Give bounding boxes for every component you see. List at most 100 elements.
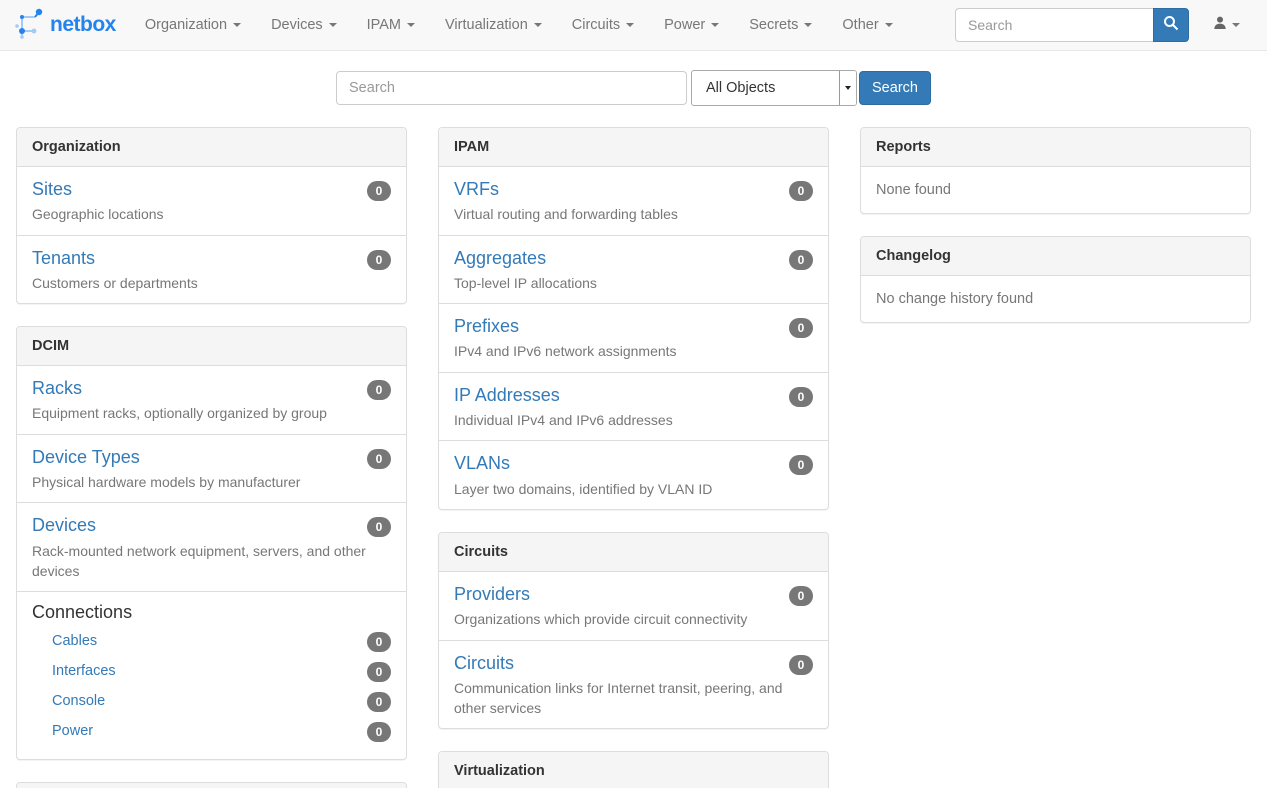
panel-item-sites: 0 Sites Geographic locations — [17, 167, 406, 235]
panel-title: Circuits — [439, 533, 828, 572]
navbar-search-button[interactable] — [1153, 8, 1189, 42]
connection-row-cables: 0 Cables — [32, 627, 391, 657]
panel-organization: Organization 0 Sites Geographic location… — [16, 127, 407, 304]
reports-empty-text: None found — [861, 167, 1250, 213]
search-icon — [1163, 15, 1179, 36]
panel-title: Power — [17, 783, 406, 788]
panel-item-racks: 0 Racks Equipment racks, optionally orga… — [17, 366, 406, 434]
item-description: Layer two domains, identified by VLAN ID — [454, 479, 813, 499]
count-badge: 0 — [367, 380, 391, 400]
link-console[interactable]: Console — [52, 693, 105, 709]
link-cables[interactable]: Cables — [52, 633, 97, 649]
panel-item-ip-addresses: 0 IP Addresses Individual IPv4 and IPv6 … — [439, 372, 828, 441]
changelog-empty-text: No change history found — [861, 276, 1250, 322]
link-sites[interactable]: Sites — [32, 179, 72, 199]
navbar-right — [955, 8, 1252, 42]
item-description: Physical hardware models by manufacturer — [32, 472, 391, 492]
user-icon — [1213, 16, 1227, 35]
nav-item-power[interactable]: Power — [649, 0, 734, 50]
main-menu: Organization Devices IPAM Virtualization… — [130, 0, 908, 50]
count-badge: 0 — [789, 181, 813, 201]
column-middle: IPAM 0 VRFs Virtual routing and forwardi… — [438, 127, 829, 788]
chevron-down-icon — [1232, 23, 1240, 27]
panel-dcim: DCIM 0 Racks Equipment racks, optionally… — [16, 326, 407, 760]
object-type-selected: All Objects — [692, 80, 839, 96]
item-description: Customers or departments — [32, 273, 391, 293]
nav-item-label: Secrets — [749, 17, 798, 33]
count-badge: 0 — [367, 662, 391, 682]
panel-item-vlans: 0 VLANs Layer two domains, identified by… — [439, 440, 828, 509]
nav-item-label: Circuits — [572, 17, 620, 33]
panel-virtualization: Virtualization 0 Clusters — [438, 751, 829, 788]
link-providers[interactable]: Providers — [454, 584, 530, 604]
link-racks[interactable]: Racks — [32, 378, 82, 398]
link-aggregates[interactable]: Aggregates — [454, 248, 546, 268]
nav-item-organization[interactable]: Organization — [130, 0, 256, 50]
chevron-down-icon — [804, 23, 812, 27]
panel-item-vrfs: 0 VRFs Virtual routing and forwarding ta… — [439, 167, 828, 235]
item-description: Equipment racks, optionally organized by… — [32, 403, 391, 423]
panel-changelog: Changelog No change history found — [860, 236, 1251, 323]
brand-title: netbox — [50, 13, 116, 37]
count-badge: 0 — [789, 387, 813, 407]
nav-item-ipam[interactable]: IPAM — [352, 0, 430, 50]
link-circuits[interactable]: Circuits — [454, 653, 514, 673]
panel-ipam: IPAM 0 VRFs Virtual routing and forwardi… — [438, 127, 829, 510]
count-badge: 0 — [789, 655, 813, 675]
navbar-search-input[interactable] — [955, 8, 1153, 42]
netbox-brand[interactable]: netbox — [15, 7, 116, 44]
connections-title: Connections — [32, 602, 391, 623]
nav-item-virtualization[interactable]: Virtualization — [430, 0, 557, 50]
connection-row-interfaces: 0 Interfaces — [32, 657, 391, 687]
panel-circuits: Circuits 0 Providers Organizations which… — [438, 532, 829, 729]
link-devices[interactable]: Devices — [32, 515, 96, 535]
link-device-types[interactable]: Device Types — [32, 447, 140, 467]
nav-item-label: Power — [664, 17, 705, 33]
chevron-down-icon — [329, 23, 337, 27]
chevron-down-icon — [845, 86, 851, 90]
link-interfaces[interactable]: Interfaces — [52, 663, 116, 679]
panel-item-devices: 0 Devices Rack-mounted network equipment… — [17, 502, 406, 591]
link-power-connections[interactable]: Power — [52, 723, 93, 739]
nav-item-secrets[interactable]: Secrets — [734, 0, 827, 50]
nav-item-label: Other — [842, 17, 878, 33]
panel-item-providers: 0 Providers Organizations which provide … — [439, 572, 828, 640]
panel-title: Virtualization — [439, 752, 828, 788]
count-badge: 0 — [789, 586, 813, 606]
panel-item-circuits: 0 Circuits Communication links for Inter… — [439, 640, 828, 729]
nav-item-devices[interactable]: Devices — [256, 0, 352, 50]
panel-reports: Reports None found — [860, 127, 1251, 214]
count-badge: 0 — [367, 632, 391, 652]
nav-item-circuits[interactable]: Circuits — [557, 0, 649, 50]
count-badge: 0 — [367, 722, 391, 742]
panel-title: Organization — [17, 128, 406, 167]
nav-item-label: Devices — [271, 17, 323, 33]
count-badge: 0 — [789, 318, 813, 338]
link-vrfs[interactable]: VRFs — [454, 179, 499, 199]
item-description: IPv4 and IPv6 network assignments — [454, 341, 813, 361]
object-type-select[interactable]: All Objects — [691, 70, 857, 106]
global-search-button[interactable]: Search — [859, 71, 931, 105]
chevron-down-icon — [711, 23, 719, 27]
link-vlans[interactable]: VLANs — [454, 453, 510, 473]
link-ip-addresses[interactable]: IP Addresses — [454, 385, 560, 405]
link-tenants[interactable]: Tenants — [32, 248, 95, 268]
user-menu[interactable] — [1201, 16, 1252, 35]
global-search-form: All Objects Search — [0, 70, 1267, 106]
chevron-down-icon — [885, 23, 893, 27]
netbox-logo-icon — [15, 7, 43, 44]
nav-item-other[interactable]: Other — [827, 0, 907, 50]
chevron-down-icon — [407, 23, 415, 27]
count-badge: 0 — [367, 449, 391, 469]
item-description: Organizations which provide circuit conn… — [454, 609, 813, 629]
count-badge: 0 — [367, 250, 391, 270]
item-description: Geographic locations — [32, 204, 391, 224]
item-description: Individual IPv4 and IPv6 addresses — [454, 410, 813, 430]
count-badge: 0 — [789, 250, 813, 270]
global-search-input[interactable] — [336, 71, 687, 105]
count-badge: 0 — [367, 517, 391, 537]
link-prefixes[interactable]: Prefixes — [454, 316, 519, 336]
panel-item-device-types: 0 Device Types Physical hardware models … — [17, 434, 406, 503]
panel-title: DCIM — [17, 327, 406, 366]
chevron-down-icon — [233, 23, 241, 27]
